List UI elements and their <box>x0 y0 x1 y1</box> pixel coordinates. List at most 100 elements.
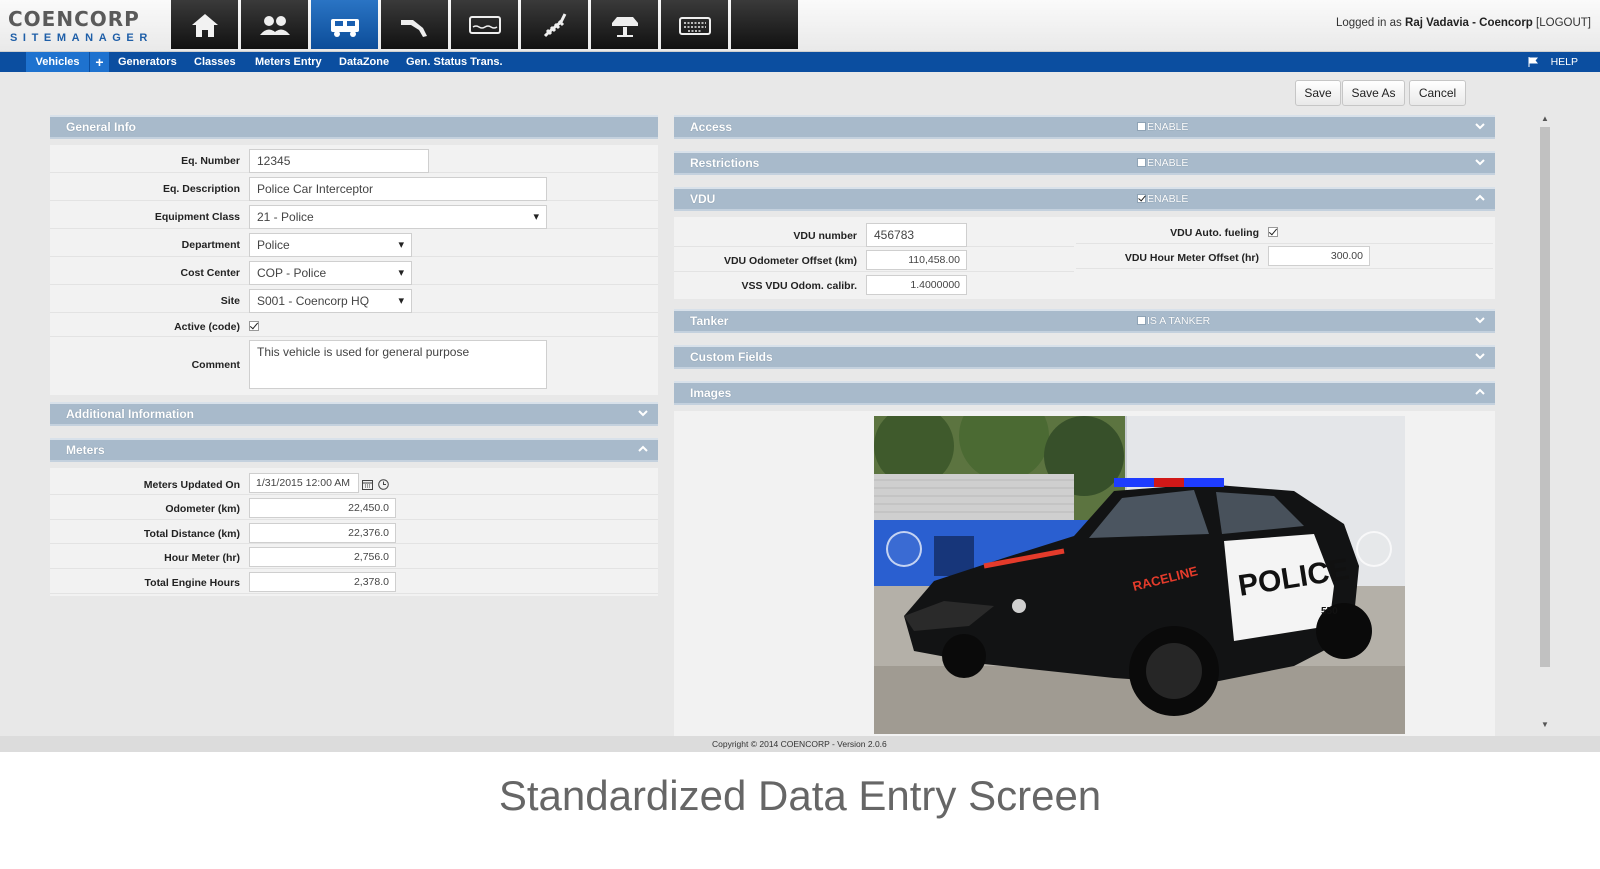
additional-info-title: Additional Information <box>66 407 194 421</box>
logo[interactable]: COENCORP SITEMANAGER <box>8 8 168 46</box>
chevron-down-icon[interactable] <box>1475 121 1485 131</box>
module-vehicles-button[interactable] <box>311 0 378 49</box>
site-select[interactable]: S001 - Coencorp HQ <box>249 289 412 313</box>
clock-icon[interactable] <box>378 479 389 490</box>
scroll-down-icon[interactable]: ▼ <box>1541 720 1549 729</box>
general-info-header[interactable]: General Info <box>50 115 658 139</box>
form-row: Odometer (km) 22,450.0 <box>50 495 658 520</box>
access-title: Access <box>690 120 733 134</box>
comment-textarea[interactable]: This vehicle is used for general purpose <box>249 340 547 389</box>
department-select[interactable]: Police <box>249 233 412 257</box>
meters-updated-input[interactable]: 1/31/2015 12:00 AM <box>249 473 359 493</box>
image-prev-button[interactable] <box>886 531 922 567</box>
restrictions-header[interactable]: Restrictions ENABLE <box>674 151 1495 175</box>
module-tank-button[interactable] <box>451 0 518 49</box>
top-bar: COENCORP SITEMANAGER Logged in as Raj Va… <box>0 0 1600 52</box>
form-row: Comment This vehicle is used for general… <box>50 337 658 393</box>
module-maintenance-button[interactable] <box>521 0 588 49</box>
tanker-toggle[interactable]: IS A TANKER <box>1137 315 1210 327</box>
vdu-hour-offset-input[interactable]: 300.00 <box>1268 246 1370 266</box>
module-fuel-button[interactable] <box>381 0 448 49</box>
car-lift-icon <box>611 16 638 37</box>
module-home-button[interactable] <box>171 0 238 49</box>
meters-header[interactable]: Meters <box>50 438 658 462</box>
nav-gen-status[interactable]: Gen. Status Trans. <box>406 52 503 72</box>
additional-info-header[interactable]: Additional Information <box>50 402 658 426</box>
users-icon <box>259 15 290 35</box>
chevron-down-icon[interactable] <box>1475 315 1485 325</box>
cancel-button[interactable]: Cancel <box>1409 80 1466 106</box>
cost-center-select[interactable]: COP - Police <box>249 261 412 285</box>
access-enable-checkbox[interactable] <box>1137 122 1146 131</box>
scrollbar[interactable]: ▲ ▼ <box>1537 114 1553 734</box>
chevron-down-icon[interactable] <box>638 408 648 418</box>
meters-panel: Meters Updated On 1/31/2015 12:00 AM Odo… <box>50 468 658 596</box>
nav-meters-entry[interactable]: Meters Entry <box>255 52 322 72</box>
scroll-up-icon[interactable]: ▲ <box>1541 114 1549 123</box>
vss-calibration-input[interactable]: 1.4000000 <box>866 275 967 295</box>
eq-number-input[interactable]: 12345 <box>249 149 429 173</box>
calendar-icon[interactable] <box>362 479 373 490</box>
vdu-header[interactable]: VDU ENABLE <box>674 187 1495 211</box>
form-row: Equipment Class 21 - Police <box>50 201 658 229</box>
general-info-panel: Eq. Number 12345 Eq. Description Police … <box>50 145 658 395</box>
form-row: Eq. Description Police Car Interceptor <box>50 173 658 201</box>
fuel-nozzle-icon <box>400 19 427 37</box>
chevron-down-icon[interactable] <box>1475 157 1485 167</box>
form-row: Cost Center COP - Police <box>50 257 658 285</box>
vdu-hour-offset-label: VDU Hour Meter Offset (hr) <box>1124 252 1259 264</box>
nav-classes[interactable]: Classes <box>194 52 236 72</box>
vdu-title: VDU <box>690 192 716 206</box>
module-lift-button[interactable] <box>591 0 658 49</box>
access-enable-toggle[interactable]: ENABLE <box>1137 121 1188 133</box>
chevron-up-icon[interactable] <box>638 444 648 454</box>
home-icon <box>191 13 218 37</box>
vdu-odometer-offset-input[interactable]: 110,458.00 <box>866 250 967 270</box>
general-info-title: General Info <box>66 120 137 134</box>
restrictions-title: Restrictions <box>690 156 760 170</box>
hour-meter-input[interactable]: 2,756.0 <box>249 547 396 567</box>
vdu-number-input[interactable]: 456783 <box>866 223 967 247</box>
equipment-class-select[interactable]: 21 - Police <box>249 205 547 229</box>
tanker-header[interactable]: Tanker IS A TANKER <box>674 309 1495 333</box>
vdu-auto-fueling-checkbox[interactable] <box>1268 227 1278 237</box>
keyboard-icon <box>678 16 711 35</box>
custom-fields-header[interactable]: Custom Fields <box>674 345 1495 369</box>
image-next-button[interactable] <box>1356 531 1392 567</box>
chevron-down-icon[interactable] <box>1475 351 1485 361</box>
nav-vehicles[interactable]: Vehicles <box>26 52 89 72</box>
eq-description-input[interactable]: Police Car Interceptor <box>249 177 547 201</box>
restrictions-enable-checkbox[interactable] <box>1137 158 1146 167</box>
form-row: Site S001 - Coencorp HQ <box>50 285 658 313</box>
chevron-up-icon[interactable] <box>1475 387 1485 397</box>
module-empty-button[interactable] <box>731 0 798 49</box>
save-button[interactable]: Save <box>1295 80 1341 106</box>
logout-link[interactable]: [LOGOUT] <box>1536 17 1591 29</box>
save-as-button[interactable]: Save As <box>1342 80 1405 106</box>
form-row: Hour Meter (hr) 2,756.0 <box>50 544 658 569</box>
total-distance-input[interactable]: 22,376.0 <box>249 523 396 543</box>
module-users-button[interactable] <box>241 0 308 49</box>
nav-generators[interactable]: Generators <box>118 52 177 72</box>
access-header[interactable]: Access ENABLE <box>674 115 1495 139</box>
images-header[interactable]: Images <box>674 381 1495 405</box>
module-keyboard-button[interactable] <box>661 0 728 49</box>
help-link[interactable]: HELP <box>1551 52 1578 72</box>
logo-text: COENCORP <box>8 7 140 31</box>
vdu-enable-toggle[interactable]: ENABLE <box>1137 193 1188 205</box>
odometer-input[interactable]: 22,450.0 <box>249 498 396 518</box>
flag-icon[interactable] <box>1528 57 1538 67</box>
engine-hours-input[interactable]: 2,378.0 <box>249 572 396 592</box>
scrollbar-thumb[interactable] <box>1540 127 1550 667</box>
comment-label: Comment <box>191 359 240 371</box>
nav-datazone[interactable]: DataZone <box>339 52 389 72</box>
tanker-checkbox[interactable] <box>1137 316 1146 325</box>
meters-title: Meters <box>66 443 105 457</box>
screen-caption: Standardized Data Entry Screen <box>498 772 1102 819</box>
chevron-up-icon[interactable] <box>1475 193 1485 203</box>
department-label: Department <box>181 239 240 251</box>
active-checkbox[interactable] <box>249 321 259 331</box>
restrictions-enable-toggle[interactable]: ENABLE <box>1137 157 1188 169</box>
add-vehicle-button[interactable]: + <box>89 52 109 72</box>
vdu-enable-checkbox[interactable] <box>1137 194 1146 203</box>
